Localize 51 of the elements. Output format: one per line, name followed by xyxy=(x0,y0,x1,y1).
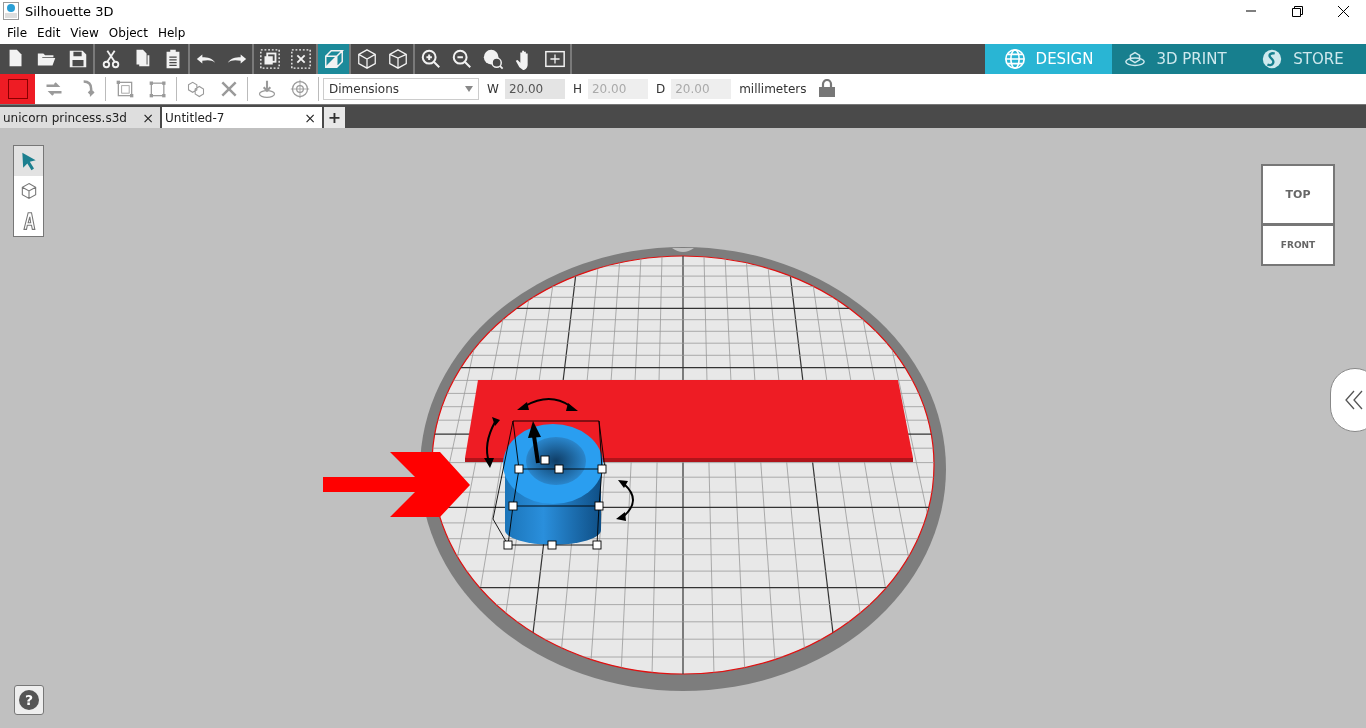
new-tab-button[interactable]: + xyxy=(324,107,345,128)
menu-item[interactable]: Object xyxy=(103,25,153,40)
cube-icon xyxy=(386,48,409,70)
document-tab[interactable]: unicorn princess.s3d × xyxy=(0,107,160,128)
mode-tab[interactable]: 3D PRINT xyxy=(1112,44,1239,74)
cube-icon xyxy=(355,48,378,70)
menu-item[interactable]: Edit xyxy=(32,25,66,40)
help-button[interactable]: ? xyxy=(14,685,44,715)
close-icon xyxy=(1337,5,1349,17)
lock-icon[interactable] xyxy=(818,78,835,97)
drop-to-floor-icon xyxy=(256,79,277,99)
pointer-tool-button[interactable] xyxy=(14,146,43,176)
store-logo-icon xyxy=(1261,48,1284,70)
view-cube[interactable]: TOP FRONT xyxy=(1261,164,1335,266)
crosshair-icon xyxy=(289,79,310,99)
close-tab-button[interactable]: × xyxy=(140,109,156,126)
dimensions-dropdown[interactable]: Dimensions xyxy=(323,78,479,100)
cube-face-label[interactable]: TOP xyxy=(1263,166,1333,226)
menu-item[interactable]: Help xyxy=(152,25,191,40)
field-label: D xyxy=(655,82,666,96)
restore-icon xyxy=(1291,5,1303,17)
field-label: W xyxy=(487,82,499,96)
panel-toggle-button[interactable] xyxy=(1330,368,1366,432)
ungroup-icon xyxy=(289,48,312,70)
minimize-icon xyxy=(1246,10,1256,12)
fit-view-icon xyxy=(543,48,566,70)
double-chevron-icon xyxy=(1345,390,1363,410)
units-label: millimeters xyxy=(739,82,807,96)
color-swatch[interactable] xyxy=(0,74,35,104)
group-icon xyxy=(258,48,281,70)
align-icon xyxy=(114,79,135,99)
perspective-cube-button[interactable] xyxy=(318,44,349,74)
zoom-out-icon xyxy=(450,48,473,70)
window-title: Silhouette 3D xyxy=(25,3,114,19)
dimension-field[interactable]: 20.00 xyxy=(504,79,565,99)
distribute-icon xyxy=(147,79,168,99)
mode-tab[interactable]: STORE xyxy=(1239,44,1366,74)
zoom-selection-icon xyxy=(481,48,504,70)
tab-title: Untitled-7 xyxy=(165,110,225,125)
cube-face-label[interactable]: FRONT xyxy=(1263,226,1333,264)
globe-icon xyxy=(1003,48,1026,70)
dropdown-caret-icon xyxy=(465,86,473,92)
tab-title: unicorn princess.s3d xyxy=(3,110,127,125)
zoom-in-icon xyxy=(419,48,442,70)
menu-item[interactable]: File xyxy=(2,25,33,40)
cubes-icon xyxy=(185,79,206,99)
close-tab-button[interactable]: × xyxy=(302,109,318,126)
menu-item[interactable]: View xyxy=(65,25,104,40)
field-label: H xyxy=(572,82,582,96)
document-tab[interactable]: Untitled-7 × xyxy=(162,107,322,128)
perspective-cube-icon xyxy=(322,48,345,70)
